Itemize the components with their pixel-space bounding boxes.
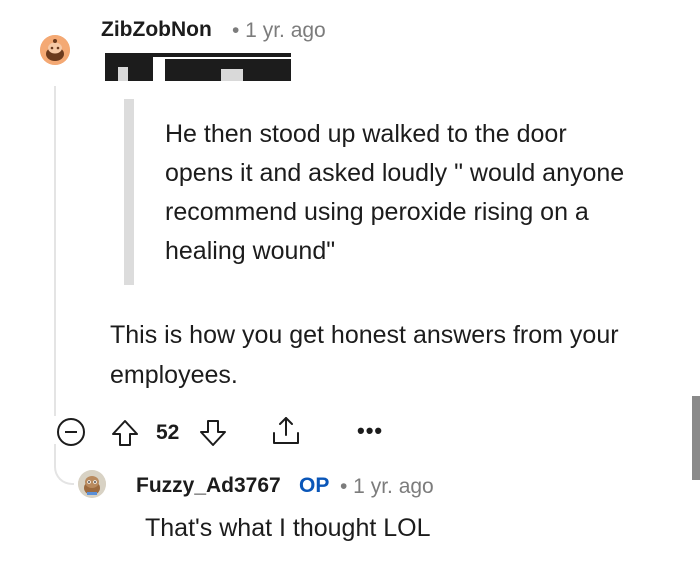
thread-line[interactable]: [54, 86, 56, 416]
snoo-avatar-icon: [40, 35, 70, 65]
redaction-gap: [221, 69, 243, 81]
collapse-minus-icon[interactable]: [57, 418, 85, 446]
snoo-avatar-icon: [78, 470, 106, 498]
user-avatar[interactable]: [40, 35, 70, 65]
share-icon[interactable]: [270, 415, 302, 447]
scrollbar[interactable]: [692, 396, 700, 480]
comment-thread: ZibZobNon • 1 yr. ago He then stood up w…: [0, 0, 700, 574]
redaction-bar: [105, 57, 153, 81]
arrow-up-icon[interactable]: [110, 418, 140, 448]
reply-user-avatar[interactable]: [78, 470, 106, 498]
reply-thread-curve: [54, 455, 74, 485]
blockquote-bar: [124, 99, 134, 285]
reply-username[interactable]: Fuzzy_Ad3767: [136, 474, 281, 498]
blockquote-text: He then stood up walked to the door open…: [165, 120, 625, 265]
reply-timestamp: • 1 yr. ago: [340, 475, 434, 498]
op-badge: OP: [299, 474, 330, 497]
comment-username[interactable]: ZibZobNon: [101, 18, 212, 42]
reply-body: That's what I thought LOL: [145, 514, 431, 542]
comment-timestamp: • 1 yr. ago: [232, 19, 326, 42]
more-options-button[interactable]: •••: [357, 418, 383, 444]
redaction-gap: [118, 67, 128, 81]
vote-count: 52: [156, 421, 180, 444]
comment-body: This is how you get honest answers from …: [110, 321, 619, 389]
arrow-down-icon[interactable]: [198, 418, 228, 448]
